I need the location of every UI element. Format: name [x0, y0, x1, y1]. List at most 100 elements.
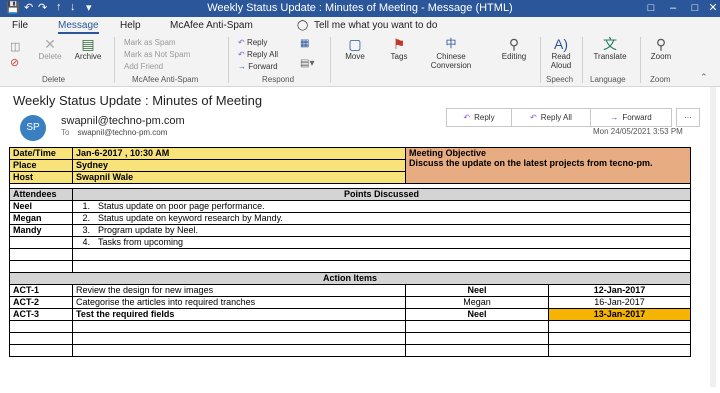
empty-cell	[405, 332, 549, 345]
archive-button[interactable]: ▤ Archive	[72, 36, 104, 62]
host-value: Swapnil Wale	[72, 171, 406, 184]
recipient-line: To swapnil@techno-pm.com	[61, 128, 168, 137]
group-delete: Delete	[42, 75, 66, 84]
forward-ribbon-button[interactable]: → Forward	[238, 62, 278, 71]
place-value: Sydney	[72, 159, 406, 172]
empty-cell	[405, 320, 549, 333]
title-bar: 💾 ↶ ↷ ↑ ↓ ▾ Weekly Status Update : Minut…	[0, 0, 720, 17]
read-aloud-button[interactable]: A) Read Aloud	[546, 36, 576, 71]
move-icon: ▢	[348, 36, 362, 52]
action-date: 13-Jan-2017	[547, 308, 692, 321]
ribbon-separator	[228, 37, 229, 83]
move-button[interactable]: ▢ Move	[340, 36, 370, 62]
action-date: 12-Jan-2017	[547, 284, 692, 297]
attendee: Neel	[9, 200, 73, 213]
reply-all-icon: ↶	[530, 113, 537, 122]
mark-not-spam-button[interactable]: Mark as Not Spam	[124, 50, 190, 59]
ribbon-separator	[640, 37, 641, 83]
forward-icon: →	[610, 113, 619, 122]
close-button[interactable]: ✕	[700, 0, 720, 17]
sender[interactable]: swapnil@techno-pm.com	[61, 115, 185, 127]
action-date: 16-Jan-2017	[547, 296, 692, 309]
meeting-reply-icon[interactable]: ▦	[300, 38, 309, 49]
objective-text: Discuss the update on the latest project…	[409, 158, 653, 168]
group-respond: Respond	[262, 75, 295, 84]
place-label: Place	[9, 159, 73, 172]
minutes-table: Date/Time Jan-6-2017 , 10:30 AM Meeting …	[8, 147, 692, 357]
zoom-icon: ⚲	[655, 36, 667, 52]
reply-ribbon-button[interactable]: ↶ Reply	[238, 38, 267, 47]
archive-icon: ▤	[81, 36, 95, 52]
translate-icon: 文	[603, 36, 617, 52]
delete-icon: ✕	[44, 36, 56, 52]
empty-cell	[72, 320, 406, 333]
message-date: Mon 24/05/2021 3:53 PM	[593, 127, 683, 136]
datetime-label: Date/Time	[9, 147, 73, 160]
more-respond-icon[interactable]: ▤▾	[300, 58, 314, 69]
ribbon-separator	[540, 37, 541, 83]
host-label: Host	[9, 171, 73, 184]
menu-mcafee[interactable]: McAfee Anti-Spam	[170, 20, 253, 31]
empty-cell	[9, 320, 73, 333]
empty-cell	[71, 248, 692, 261]
forward-button[interactable]: → Forward	[590, 108, 672, 127]
ribbon-separator	[582, 37, 583, 83]
group-language: Language	[590, 75, 626, 84]
scrollbar[interactable]	[710, 87, 716, 387]
objective-label: Meeting Objective	[409, 148, 487, 159]
more-actions-button[interactable]: ···	[676, 108, 700, 127]
menu-message[interactable]: Message	[58, 20, 99, 34]
add-friend-button[interactable]: Add Friend	[124, 62, 163, 71]
menu-help[interactable]: Help	[120, 20, 141, 31]
action-id: ACT-2	[9, 296, 73, 309]
window-title: Weekly Status Update : Minutes of Meetin…	[207, 2, 513, 14]
menu-bar: File Message Help McAfee Anti-Spam ◯ Tel…	[0, 17, 720, 34]
action-id: ACT-1	[9, 284, 73, 297]
chinese-conversion-button[interactable]: 中 Chinese Conversion	[426, 37, 476, 70]
point-item: 2. Status update on keyword research by M…	[71, 212, 692, 225]
point-item: 4. Tasks from upcoming	[71, 236, 692, 249]
lightbulb-icon: ◯	[297, 20, 309, 31]
editing-button[interactable]: ⚲ Editing	[496, 37, 532, 62]
empty-cell	[547, 320, 692, 333]
recipient[interactable]: swapnil@techno-pm.com	[77, 128, 167, 137]
point-item: 3. Program update by Neel.	[71, 224, 692, 237]
action-items-header: Action Items	[8, 272, 692, 285]
collapse-ribbon-icon[interactable]: ⌃	[700, 72, 708, 83]
group-speech: Speech	[546, 75, 574, 84]
attendees-header: Attendees	[9, 188, 73, 201]
group-mcafee: McAfee Anti-Spam	[132, 75, 199, 84]
zoom-button[interactable]: ⚲ Zoom	[646, 36, 676, 62]
tags-button[interactable]: ⚑ Tags	[384, 36, 414, 62]
translate-button[interactable]: 文 Translate	[590, 36, 630, 62]
tell-me-search[interactable]: Tell me what you want to do	[314, 20, 437, 31]
menu-file[interactable]: File	[12, 20, 28, 31]
empty-cell	[547, 332, 692, 345]
junk-icon[interactable]: ⊘	[10, 56, 19, 69]
reply-all-button[interactable]: ↶ Reply All	[511, 108, 591, 127]
empty-cell	[405, 344, 549, 357]
ignore-icon[interactable]: ◫	[10, 40, 20, 53]
empty-cell	[72, 344, 406, 357]
action-owner: Neel	[405, 308, 549, 321]
group-zoom: Zoom	[650, 75, 671, 84]
mark-spam-button[interactable]: Mark as Spam	[124, 38, 176, 47]
reply-button[interactable]: ↶ Reply	[446, 108, 512, 127]
reply-all-ribbon-button[interactable]: ↶ Reply All	[238, 50, 278, 59]
action-task: Review the design for new images	[72, 284, 406, 297]
empty-cell	[71, 260, 692, 273]
attendee	[9, 248, 73, 261]
points-header: Points Discussed	[71, 188, 692, 201]
ribbon: ◫ ⊘ ✕ Delete ▤ Archive Delete Mark as Spam…	[0, 34, 720, 87]
attendee	[9, 236, 73, 249]
attendee: Mandy	[9, 224, 73, 237]
delete-button[interactable]: ✕ Delete	[38, 36, 62, 62]
attendee: Megan	[9, 212, 73, 225]
speaker-icon: A)	[554, 36, 568, 52]
message-subject: Weekly Status Update : Minutes of Meetin…	[13, 93, 263, 108]
objective-cell: Meeting Objective Discuss the update on t…	[404, 147, 692, 184]
flag-icon: ⚑	[392, 36, 406, 52]
reply-icon: ↶	[463, 113, 471, 122]
action-owner: Neel	[405, 284, 549, 297]
ribbon-separator	[114, 37, 115, 83]
